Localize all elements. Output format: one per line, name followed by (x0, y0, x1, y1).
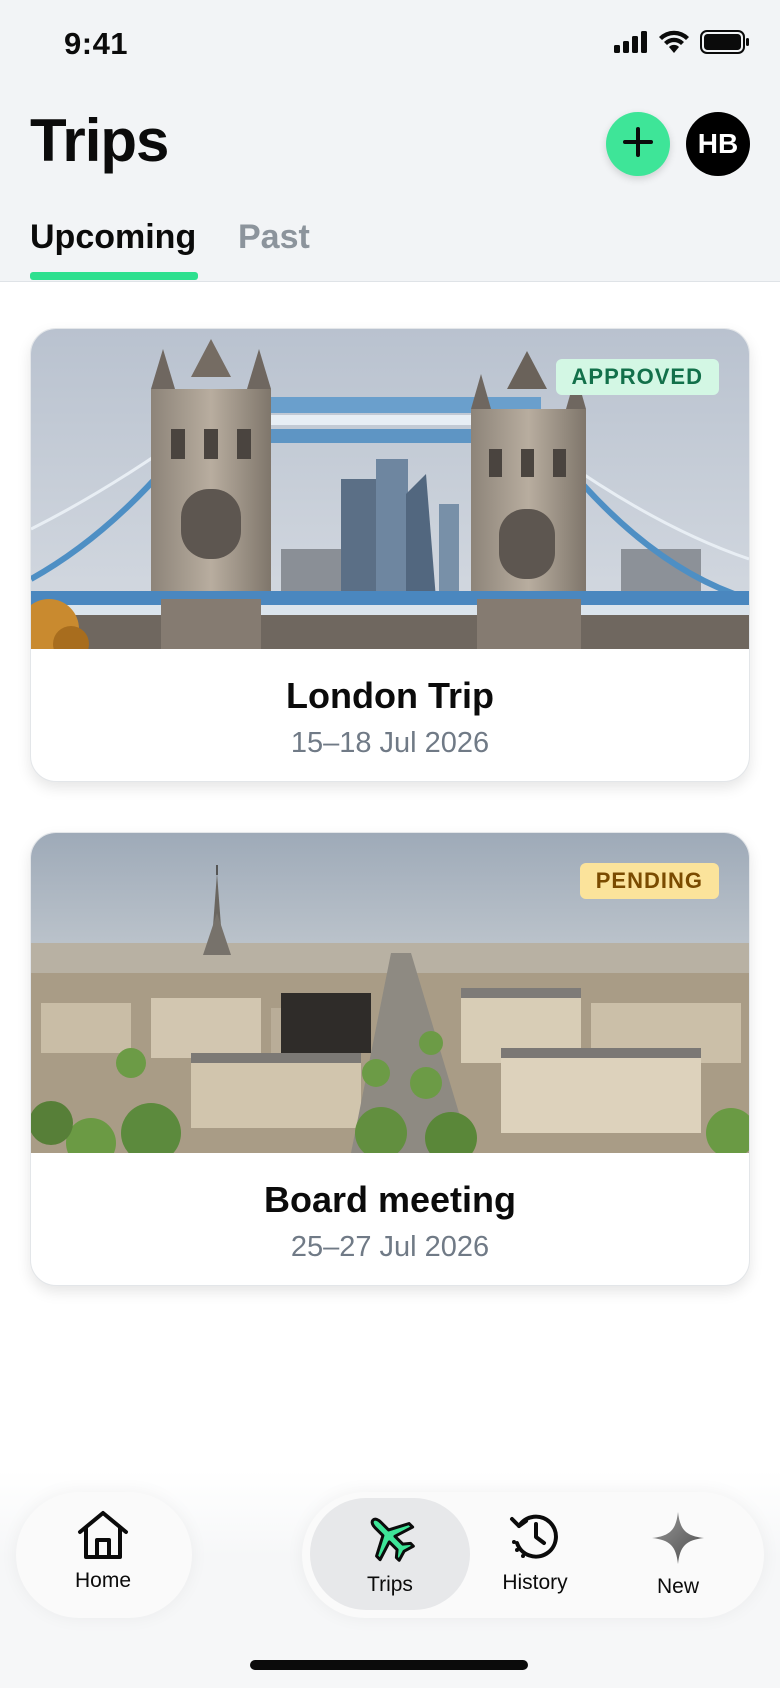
tab-past[interactable]: Past (238, 218, 310, 257)
trip-image-london: APPROVED (31, 329, 749, 649)
trip-title: London Trip (286, 675, 494, 716)
airplane-icon (363, 1510, 417, 1569)
nav-history-label: History (502, 1571, 568, 1594)
avatar[interactable]: HB (686, 112, 750, 176)
nav-home-label: Home (74, 1569, 132, 1592)
nav-trips-label: Trips (367, 1573, 413, 1596)
status-icons (614, 30, 750, 59)
header-area: 9:41 Trips HB Upcoming Past (0, 0, 780, 282)
nav-new-label: New (656, 1575, 699, 1598)
page-title: Trips (30, 107, 169, 174)
trip-title: Board meeting (263, 1179, 517, 1220)
trip-dates: 25–27 Jul 2026 (290, 1231, 490, 1263)
cellular-signal-icon (614, 31, 648, 58)
nav-trips[interactable]: Trips (320, 1510, 460, 1597)
trip-image-paris: PENDING (31, 833, 749, 1153)
tab-upcoming[interactable]: Upcoming (30, 218, 196, 257)
nav-history[interactable]: History (465, 1510, 605, 1595)
nav-new[interactable]: New (608, 1510, 748, 1599)
sparkle-icon (650, 1510, 706, 1571)
active-tab-indicator (30, 272, 198, 280)
trip-card-board-meeting[interactable]: PENDING Board meeting 25–27 Jul 2026 (30, 832, 750, 1286)
battery-icon (700, 30, 750, 59)
home-icon (75, 1510, 131, 1565)
status-badge: APPROVED (555, 359, 719, 395)
trip-card-london[interactable]: APPROVED London Trip 15–18 Jul 2026 (30, 328, 750, 782)
add-trip-button[interactable] (606, 112, 670, 176)
history-icon (507, 1510, 563, 1567)
home-indicator (250, 1660, 528, 1670)
wifi-icon (658, 30, 690, 59)
status-badge: PENDING (579, 863, 719, 899)
nav-home[interactable]: Home (33, 1510, 173, 1593)
plus-icon (622, 126, 654, 163)
status-time: 9:41 (64, 26, 129, 61)
trip-dates: 15–18 Jul 2026 (290, 727, 490, 759)
